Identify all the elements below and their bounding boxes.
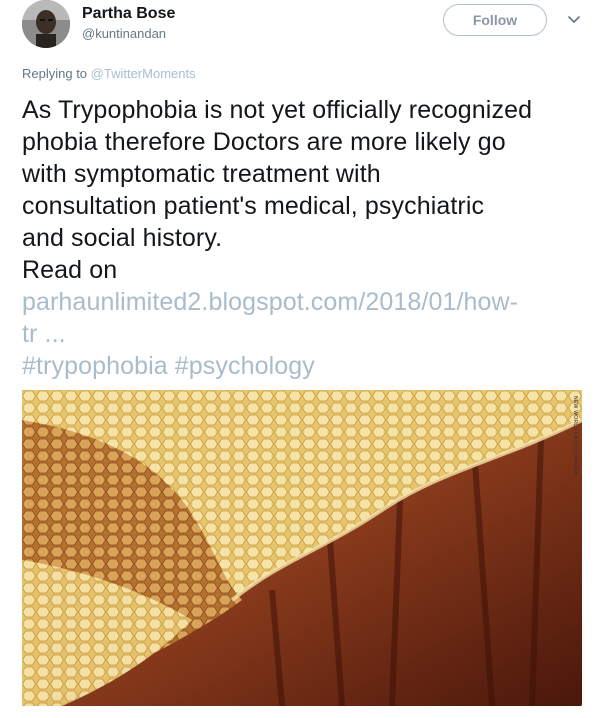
replying-prefix: Replying to [22, 66, 91, 81]
tweet-line: consultation patient's medical, psychiat… [22, 192, 485, 220]
blog-link[interactable]: parhaunlimited2.blogspot.com/2018/01/how… [22, 286, 587, 318]
author-name[interactable]: Partha Bose [82, 5, 175, 23]
tweet-line: Read on [22, 256, 118, 284]
avatar[interactable] [22, 0, 70, 48]
blog-link-continued[interactable]: tr ... [22, 318, 587, 350]
tweet-line: phobia therefore Doctors are more likely… [22, 128, 506, 156]
tweet-line: with symptomatic treatment with [22, 160, 381, 188]
mention-link[interactable]: @TwitterMoments [91, 66, 196, 81]
tweet-line: and social history. [22, 224, 223, 252]
hashtags[interactable]: #trypophobia #psychology [22, 350, 587, 382]
chevron-down-icon[interactable] [566, 12, 582, 28]
honeycomb-photo[interactable]: NEW WORLD ENCYCLOPEDIA [22, 390, 582, 706]
follow-button[interactable]: Follow [443, 4, 547, 36]
replying-to: Replying to @TwitterMoments [22, 66, 196, 81]
author-handle[interactable]: @kuntinandan [82, 26, 166, 41]
tweet-text: As Trypophobia is not yet officially rec… [22, 94, 587, 382]
tweet-line: As Trypophobia is not yet officially rec… [22, 96, 533, 124]
photo-credit: NEW WORLD ENCYCLOPEDIA [572, 396, 578, 475]
